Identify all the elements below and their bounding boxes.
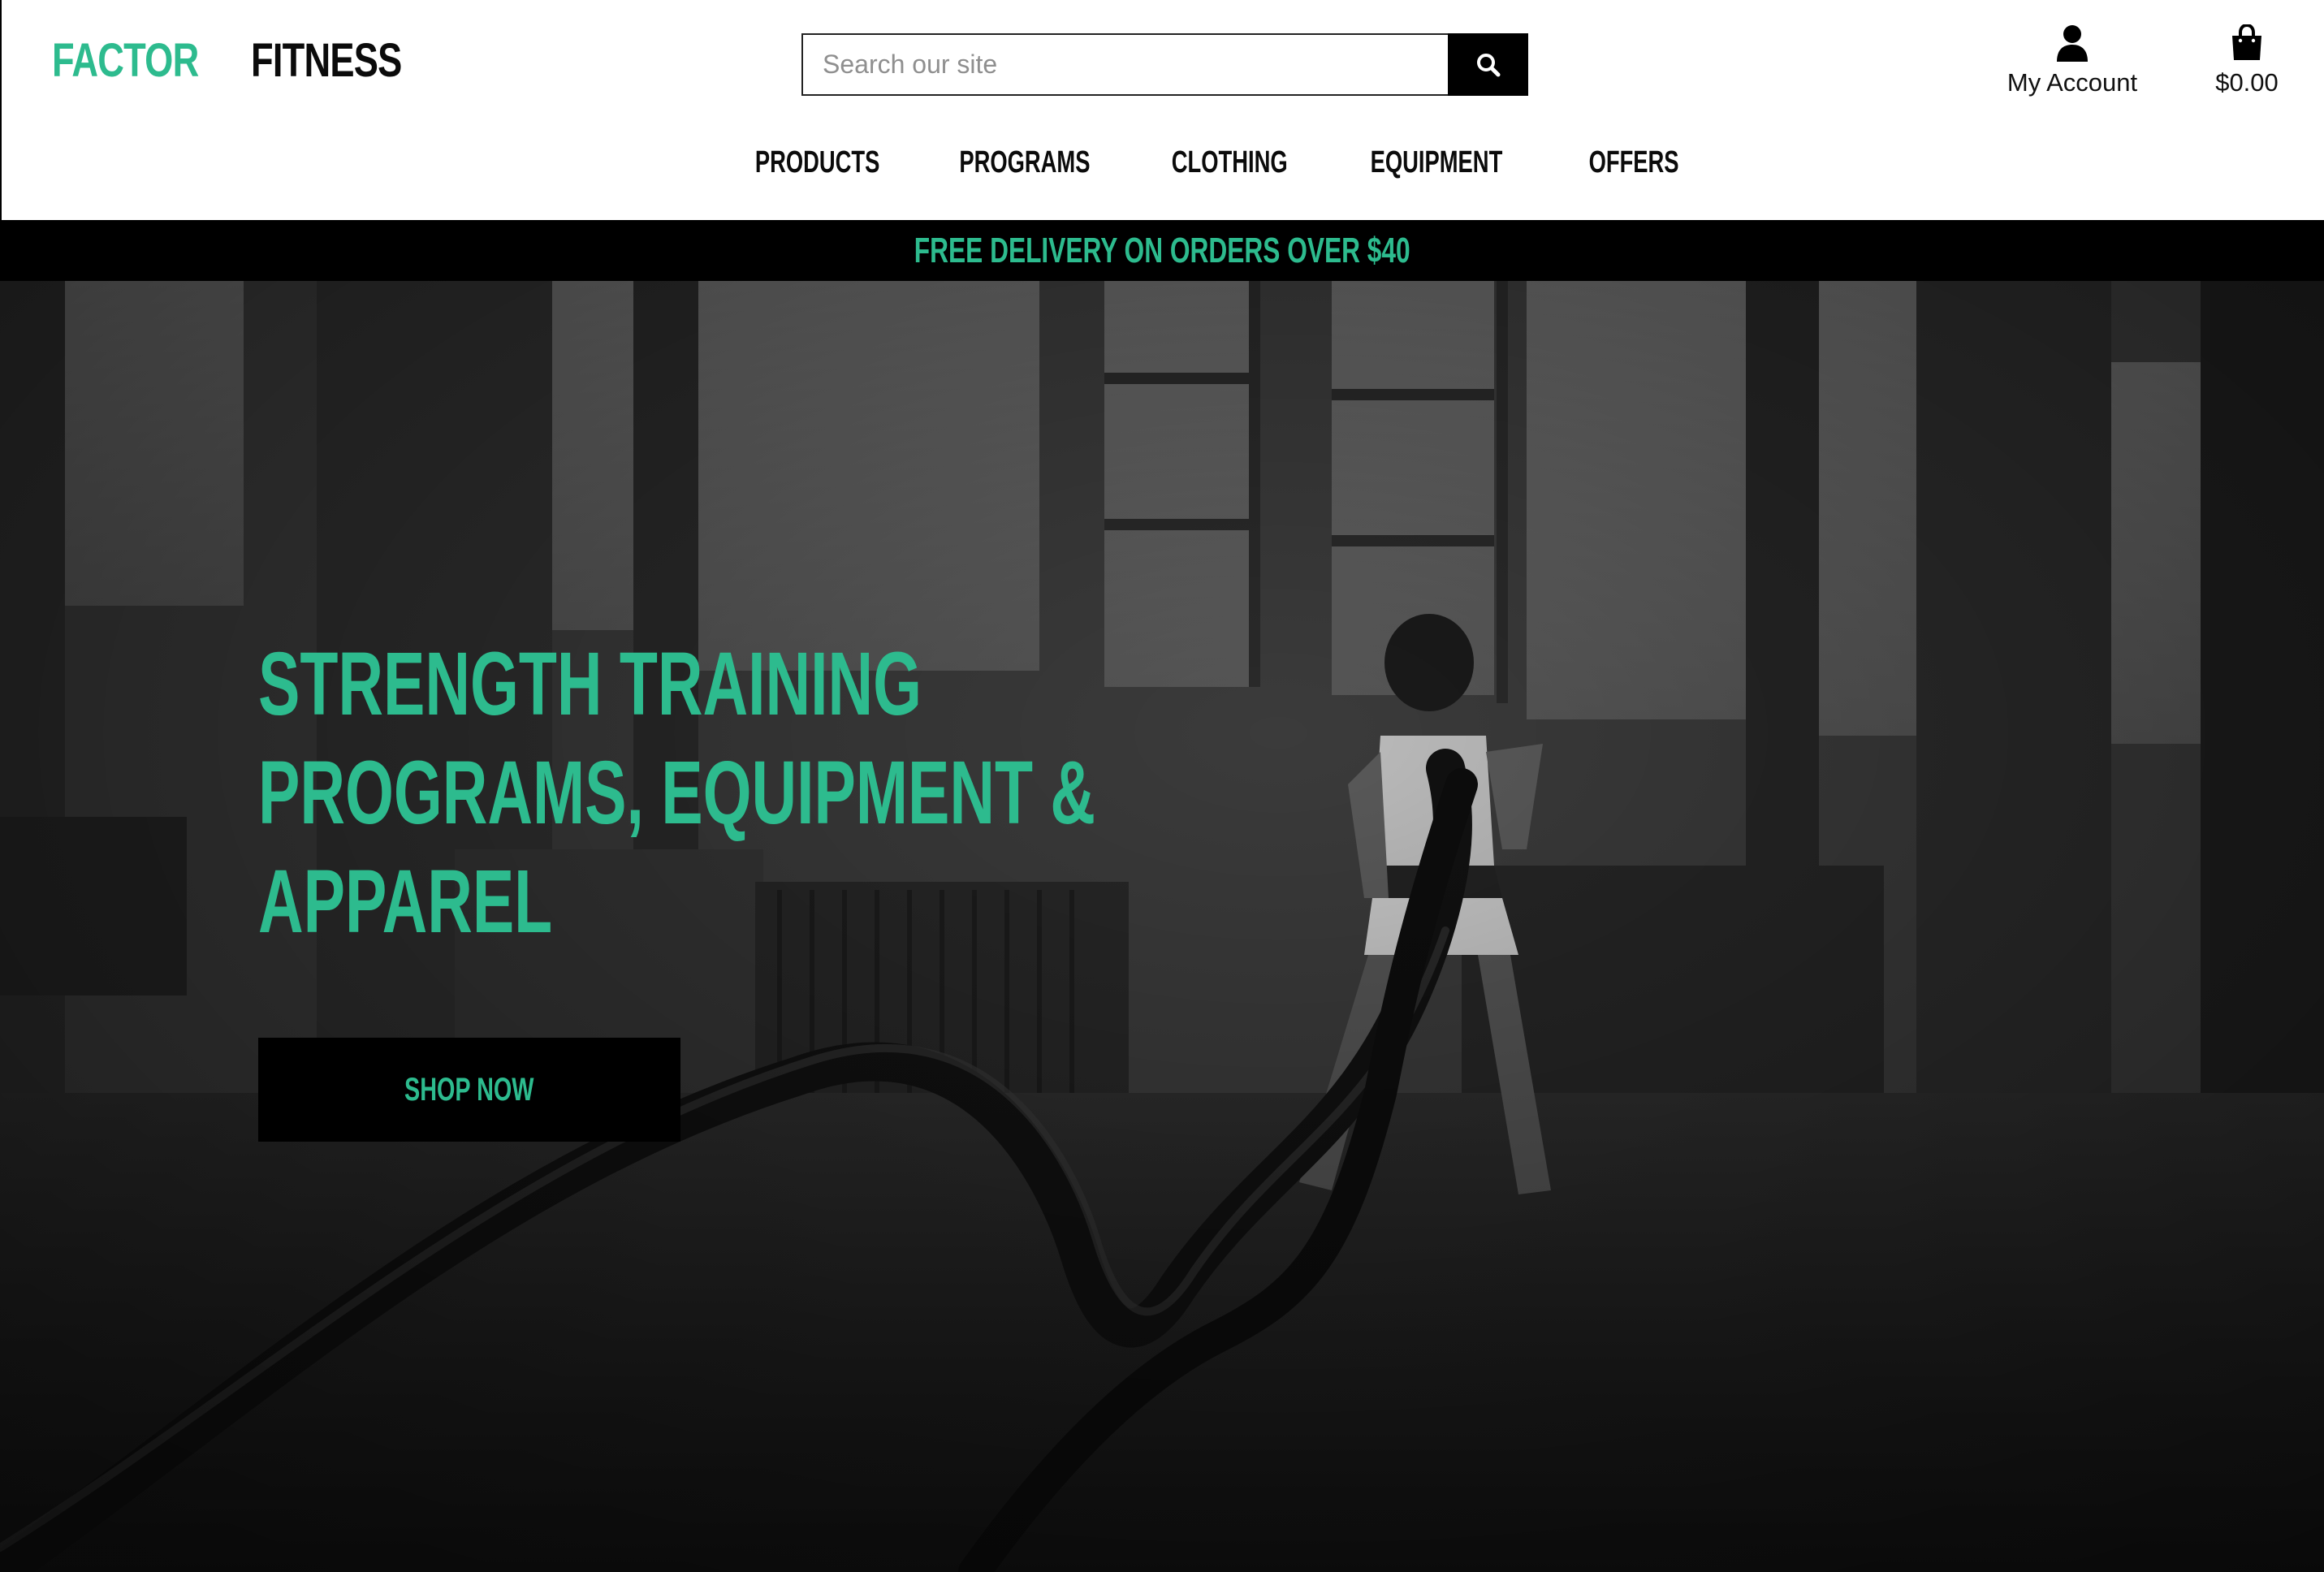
- hero-headline: STRENGTH TRAINING PROGRAMS, EQUIPMENT & …: [258, 630, 1096, 957]
- main-nav: PRODUCTS PROGRAMS CLOTHING EQUIPMENT OFF…: [2, 140, 2324, 185]
- brand-name-fitness: FITNESS: [251, 34, 402, 87]
- hero-banner: STRENGTH TRAINING PROGRAMS, EQUIPMENT & …: [0, 281, 2324, 1572]
- shop-now-button[interactable]: SHOP NOW: [258, 1038, 680, 1142]
- nav-item-label: OFFERS: [1588, 145, 1679, 179]
- cart-total: $0.00: [2215, 68, 2279, 97]
- nav-item-products[interactable]: PRODUCTS: [749, 140, 887, 185]
- my-account-label: My Account: [2007, 68, 2138, 97]
- site-header: FACTOR FITNESS My Account: [0, 0, 2324, 220]
- search-button[interactable]: [1448, 33, 1528, 96]
- shop-now-label: SHOP NOW: [404, 1071, 534, 1108]
- nav-item-label: CLOTHING: [1171, 145, 1288, 179]
- shopping-bag-icon: [2231, 23, 2263, 63]
- promo-text: FREE DELIVERY ON ORDERS OVER $40: [914, 230, 1410, 270]
- user-icon: [2056, 23, 2089, 63]
- search-icon: [1476, 53, 1500, 76]
- nav-item-equipment[interactable]: EQUIPMENT: [1364, 140, 1509, 185]
- search-input[interactable]: [801, 33, 1448, 96]
- nav-item-clothing[interactable]: CLOTHING: [1161, 140, 1298, 185]
- page: FACTOR FITNESS My Account: [0, 0, 2324, 1572]
- search-form: [801, 33, 1528, 96]
- cart-link[interactable]: $0.00: [2194, 23, 2300, 97]
- nav-item-label: EQUIPMENT: [1370, 145, 1503, 179]
- nav-item-offers[interactable]: OFFERS: [1581, 140, 1687, 185]
- my-account-link[interactable]: My Account: [1983, 23, 2162, 97]
- hero-headline-line-2: PROGRAMS, EQUIPMENT &: [258, 743, 1096, 843]
- brand-name-factor: FACTOR: [52, 34, 199, 87]
- hero-headline-line-3: APPAREL: [258, 852, 553, 952]
- promo-bar: FREE DELIVERY ON ORDERS OVER $40: [0, 220, 2324, 281]
- nav-item-label: PRODUCTS: [755, 145, 880, 179]
- nav-item-label: PROGRAMS: [958, 145, 1091, 179]
- hero-headline-line-1: STRENGTH TRAINING: [258, 634, 922, 734]
- nav-item-programs[interactable]: PROGRAMS: [953, 140, 1095, 185]
- brand-logo[interactable]: FACTOR FITNESS: [52, 32, 444, 89]
